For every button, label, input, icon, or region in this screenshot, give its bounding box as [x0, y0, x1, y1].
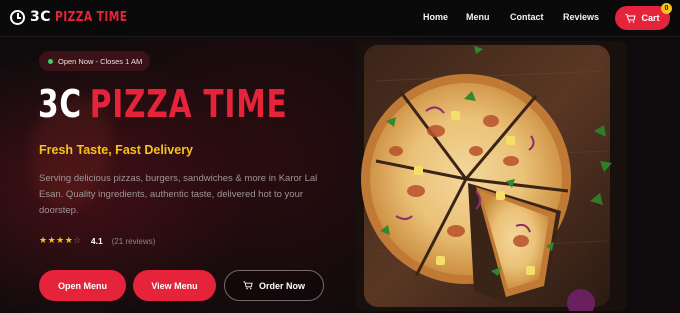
- cart-label: Cart: [641, 13, 660, 23]
- hero-description: Serving delicious pizzas, burgers, sandw…: [39, 173, 318, 216]
- nav-link-home[interactable]: Home: [423, 12, 448, 22]
- star-rating-icon: ★★★★☆: [39, 236, 82, 246]
- status-badge: Open Now - Closes 1 AM: [39, 51, 150, 71]
- order-now-button[interactable]: Order Now: [224, 270, 324, 301]
- review-count[interactable]: (21 reviews): [112, 237, 156, 246]
- top-navbar: 3C PIZZA TIME Home Menu Contact Reviews …: [0, 0, 680, 37]
- cart-count-badge: 0: [661, 3, 672, 14]
- cart-icon: [243, 281, 253, 290]
- nav-link-reviews[interactable]: Reviews: [563, 12, 599, 22]
- title-name: PIZZA TIME: [89, 82, 288, 126]
- open-menu-label: Open Menu: [58, 280, 107, 291]
- nav-link-contact[interactable]: Contact: [510, 12, 544, 22]
- pizza-hero-image: [356, 41, 627, 311]
- open-menu-button[interactable]: Open Menu: [39, 270, 126, 301]
- cart-icon: [625, 13, 636, 23]
- cart-button[interactable]: Cart 0: [615, 3, 672, 30]
- nav-link-menu[interactable]: Menu: [466, 12, 490, 22]
- order-now-label: Order Now: [258, 280, 305, 291]
- open-status-dot-icon: [48, 58, 53, 64]
- hero-section: Open Now - Closes 1 AM 3C PIZZA TIME Fres…: [0, 38, 680, 313]
- rating: ★★★★☆ 4.1 (21 reviews): [39, 236, 155, 246]
- view-menu-label: View Menu: [151, 280, 198, 291]
- tagline: Fresh Taste, Fast Delivery: [39, 143, 194, 157]
- rating-value: 4.1: [90, 236, 103, 246]
- nav-links: Home Menu Contact Reviews: [0, 0, 680, 37]
- title-prefix: 3C: [38, 82, 82, 126]
- view-menu-button[interactable]: View Menu: [133, 270, 216, 301]
- status-text: Open Now - Closes 1 AM: [58, 56, 143, 66]
- page-title: 3C PIZZA TIME: [38, 82, 288, 126]
